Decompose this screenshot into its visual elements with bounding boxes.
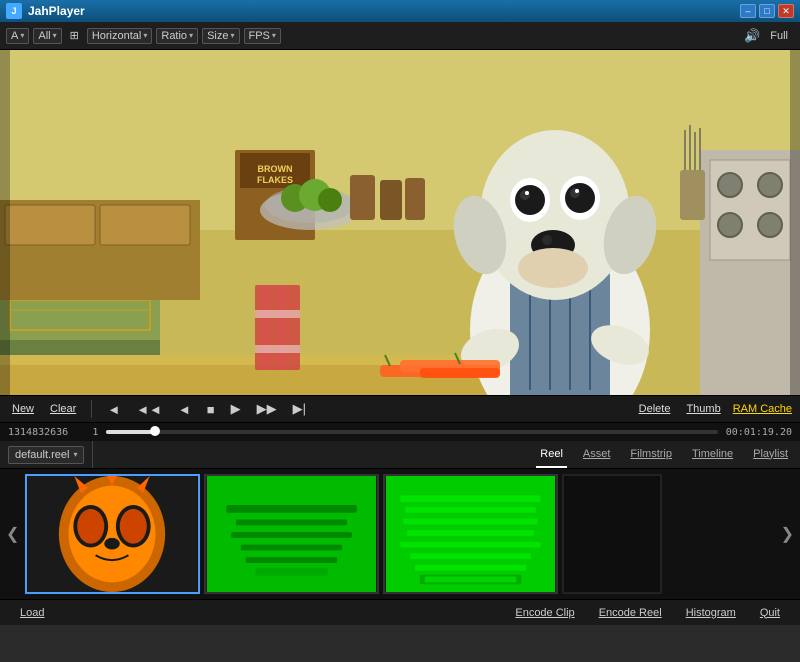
app-icon: J bbox=[6, 3, 22, 19]
load-button[interactable]: Load bbox=[8, 603, 56, 623]
all-dropdown[interactable]: All ▾ bbox=[33, 28, 61, 44]
delete-button[interactable]: Delete bbox=[635, 401, 675, 417]
tab-asset[interactable]: Asset bbox=[579, 442, 615, 468]
clear-button[interactable]: Clear bbox=[46, 401, 80, 417]
prev-fast-button[interactable]: ◄ bbox=[103, 400, 124, 419]
svg-text:FLAKES: FLAKES bbox=[257, 175, 293, 185]
bottom-bar: Load Encode Clip Encode Reel Histogram Q… bbox=[0, 599, 800, 625]
scrubber-handle[interactable] bbox=[150, 426, 160, 436]
play-button[interactable]: ▶ bbox=[227, 399, 245, 419]
maximize-button[interactable]: □ bbox=[759, 4, 775, 18]
svg-text:BROWN: BROWN bbox=[258, 164, 293, 174]
frame-counter: 1314832636 1 bbox=[8, 427, 98, 438]
step-back-button[interactable]: ◄ bbox=[174, 400, 195, 419]
quit-button[interactable]: Quit bbox=[748, 603, 792, 623]
ratio-dropdown[interactable]: Ratio ▾ bbox=[156, 28, 198, 44]
progress-fill bbox=[106, 430, 155, 434]
tab-filmstrip[interactable]: Filmstrip bbox=[626, 442, 676, 468]
filmstrip-item-3[interactable] bbox=[383, 474, 558, 594]
reel-select-area: default.reel ▾ bbox=[0, 441, 93, 468]
timecode-bar: 1314832636 1 00:01:19.20 bbox=[0, 423, 800, 441]
chevron-down-icon: ▾ bbox=[20, 31, 24, 40]
filmstrip-area: ❮ bbox=[0, 469, 800, 599]
channel-dropdown[interactable]: A ▾ bbox=[6, 28, 29, 44]
filmstrip-item-2[interactable] bbox=[204, 474, 379, 594]
encode-reel-button[interactable]: Encode Reel bbox=[587, 603, 674, 623]
prev-button[interactable]: ◄◄ bbox=[132, 400, 166, 419]
filmstrip-item-1[interactable] bbox=[25, 474, 200, 594]
chevron-down-icon: ▾ bbox=[143, 31, 147, 40]
chevron-down-icon: ▾ bbox=[53, 31, 57, 40]
thumb-button[interactable]: Thumb bbox=[682, 401, 724, 417]
filmstrip-prev-button[interactable]: ❮ bbox=[4, 516, 21, 552]
fullscreen-button[interactable]: Full bbox=[764, 28, 794, 44]
tab-timeline[interactable]: Timeline bbox=[688, 442, 737, 468]
step-forward-button[interactable]: ▶▶ bbox=[253, 399, 281, 419]
horizontal-dropdown[interactable]: Horizontal ▾ bbox=[87, 28, 153, 44]
timeline-scrubber[interactable] bbox=[106, 430, 717, 434]
window-controls: – □ ✕ bbox=[740, 4, 794, 18]
close-button[interactable]: ✕ bbox=[778, 4, 794, 18]
chevron-down-icon: ▾ bbox=[230, 31, 234, 40]
ram-cache-button[interactable]: RAM Cache bbox=[733, 403, 792, 415]
size-dropdown[interactable]: Size ▾ bbox=[202, 28, 239, 44]
volume-icon: 🔊 bbox=[744, 28, 760, 44]
filmstrip-item-4[interactable] bbox=[562, 474, 662, 594]
timecode-display: 00:01:19.20 bbox=[726, 427, 792, 438]
reel-dropdown[interactable]: default.reel ▾ bbox=[8, 446, 84, 464]
histogram-button[interactable]: Histogram bbox=[674, 603, 748, 623]
title-bar: J JahPlayer – □ ✕ bbox=[0, 0, 800, 22]
encode-clip-button[interactable]: Encode Clip bbox=[503, 603, 586, 623]
new-button[interactable]: New bbox=[8, 401, 38, 417]
filmstrip-next-button[interactable]: ❯ bbox=[779, 516, 796, 552]
chevron-down-icon: ▾ bbox=[73, 450, 77, 459]
volume-control[interactable]: 🔊 bbox=[744, 28, 760, 44]
chevron-down-icon: ▾ bbox=[272, 31, 276, 40]
transport-controls: New Clear ◄ ◄◄ ◄ ■ ▶ ▶▶ ▶| Delete Thumb … bbox=[0, 395, 800, 423]
minimize-button[interactable]: – bbox=[740, 4, 756, 18]
fps-dropdown[interactable]: FPS ▾ bbox=[244, 28, 281, 44]
toolbar: A ▾ All ▾ ⊞ Horizontal ▾ Ratio ▾ Size ▾ … bbox=[0, 22, 800, 50]
tab-reel[interactable]: Reel bbox=[536, 442, 567, 468]
tab-playlist[interactable]: Playlist bbox=[749, 442, 792, 468]
video-player[interactable]: BROWN FLAKES bbox=[0, 50, 800, 395]
tab-bar: default.reel ▾ Reel Asset Filmstrip Time… bbox=[0, 441, 800, 469]
layout-icon-btn[interactable]: ⊞ bbox=[66, 27, 83, 44]
window-title: JahPlayer bbox=[28, 4, 740, 18]
view-tabs: Reel Asset Filmstrip Timeline Playlist bbox=[528, 441, 800, 468]
video-frame: BROWN FLAKES bbox=[0, 50, 800, 395]
reel-name: default.reel bbox=[15, 449, 69, 461]
next-button[interactable]: ▶| bbox=[289, 399, 310, 419]
film-items bbox=[25, 474, 774, 594]
stop-button[interactable]: ■ bbox=[203, 400, 219, 419]
chevron-down-icon: ▾ bbox=[189, 31, 193, 40]
